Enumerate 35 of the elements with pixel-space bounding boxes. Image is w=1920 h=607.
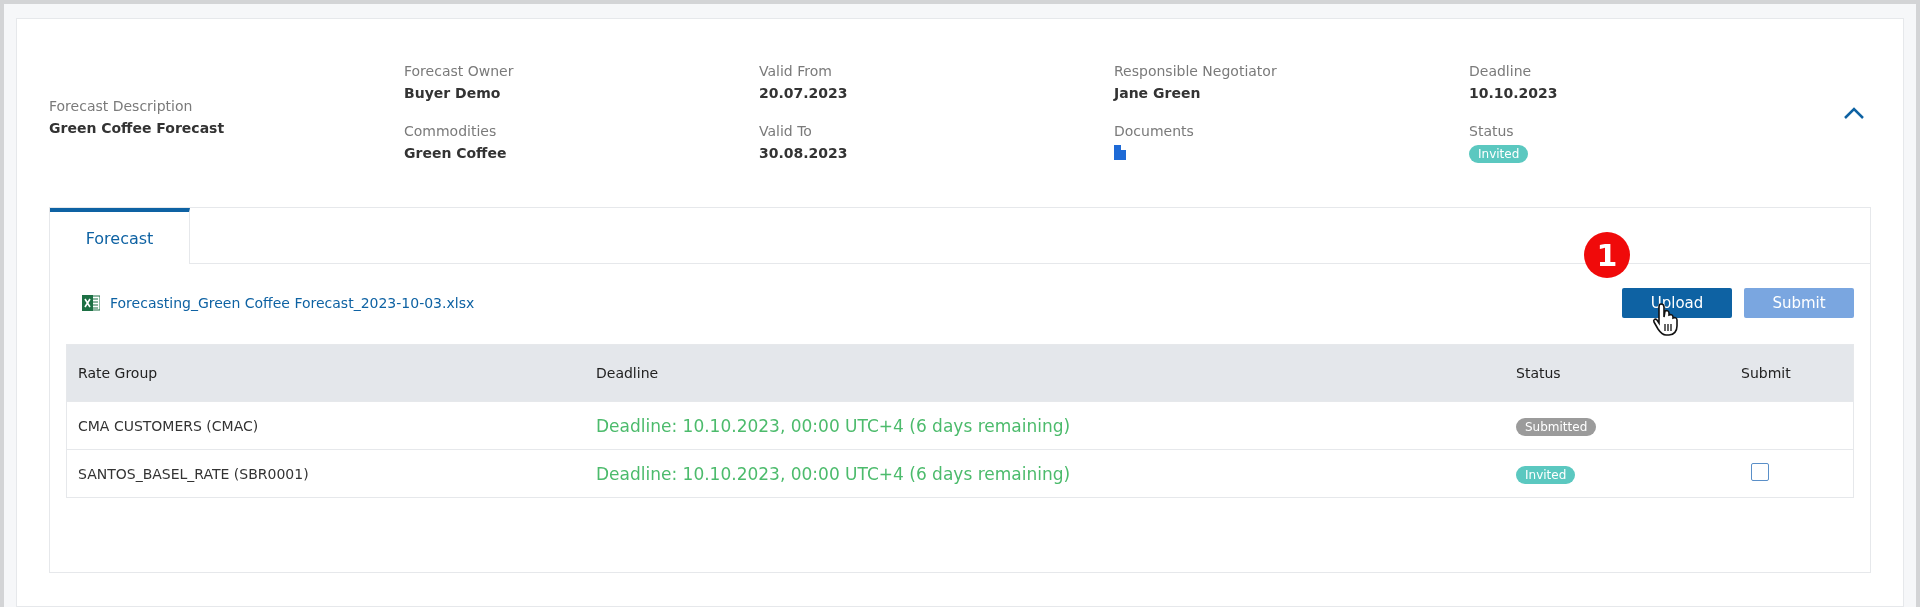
upload-button[interactable]: Upload [1622,288,1732,318]
field-value: Buyer Demo [404,85,502,101]
field-label: Deadline [1469,63,1533,79]
field-value: 30.08.2023 [759,145,849,161]
step-marker: 1 [1584,232,1630,278]
field-label: Valid From [759,63,833,79]
field-value: Green Coffee Forecast [49,120,226,136]
field-label: Responsible Negotiator [1114,63,1278,79]
file-link[interactable]: Forecasting_Green Coffee Forecast_2023-10-03.xlsx [110,295,475,311]
status-badge: Submitted [1516,418,1597,436]
document-icon[interactable] [1114,145,1126,160]
deadline-text: Deadline: 10.10.2023, 00:00 UTC+4 (6 days remaining) [596,463,1072,484]
field-value: Green Coffee [404,145,508,161]
spreadsheet-icon [82,294,100,312]
collapse-chevron-icon[interactable] [1843,106,1865,120]
column-header: Status [1516,365,1562,381]
table-cell-text: CMA CUSTOMERS (CMAC) [78,417,260,434]
field-label: Forecast Owner [404,63,515,79]
status-badge: Invited [1469,145,1529,163]
field-label: Commodities [404,123,498,139]
field-value: 10.10.2023 [1469,85,1559,101]
field-label: Valid To [759,123,813,139]
column-header: Rate Group [78,365,159,381]
tab[interactable]: Forecast [50,208,190,264]
status-badge: Invited [1516,466,1576,484]
table-cell-text: SANTOS_BASEL_RATE (SBR0001) [78,465,310,482]
field-value: Jane Green [1114,85,1202,101]
field-label: Status [1469,123,1515,139]
field-label: Documents [1114,123,1195,139]
column-header: Submit [1741,365,1792,381]
field-label: Forecast Description [49,98,194,114]
deadline-text: Deadline: 10.10.2023, 00:00 UTC+4 (6 days remaining) [596,415,1072,436]
checkbox[interactable] [1751,462,1769,481]
field-value: 20.07.2023 [759,85,849,101]
column-header: Deadline [596,365,660,381]
